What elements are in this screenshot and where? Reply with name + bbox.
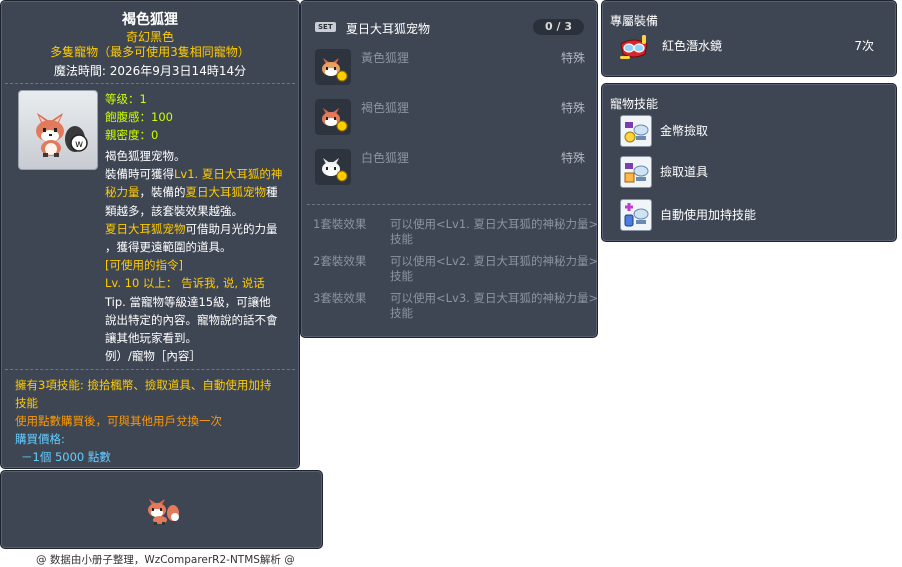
white-fox-icon	[315, 149, 351, 185]
exclusive-title: 專屬裝備	[610, 14, 659, 28]
desc-line: 褐色狐狸宠物。	[105, 149, 186, 163]
exclusive-item-name: 紅色潛水鏡	[662, 39, 723, 53]
auto-buff-icon	[620, 199, 652, 231]
item-description: 褐色狐狸宠物。 裝備時可獲得Lv1. 夏日大耳狐的神 秘力量，裝備的夏日大耳狐宠…	[105, 147, 291, 365]
footer-credit: @ 数据由小册子整理，WzComparerR2-NTMS解析 @	[36, 554, 295, 566]
desc-line: 類越多，該套裝效果越強。	[105, 203, 243, 218]
pet-preview-panel	[0, 470, 323, 549]
brown-fox-icon: w	[36, 113, 88, 157]
set-item-type: 特殊	[560, 101, 585, 115]
desc-line: 夏日大耳狐宠物可借助月光的力量	[105, 221, 278, 236]
desc-line: 例）/寵物［內容］	[105, 349, 201, 364]
pet-fullness: 飽腹感：100	[105, 110, 173, 124]
exclusive-equip-panel: 專屬裝備 紅色潛水鏡 7次	[601, 0, 897, 77]
pet-closeness: 親密度：0	[105, 128, 159, 142]
set-item-type: 特殊	[560, 51, 585, 65]
pet-skills-panel: 寵物技能 金幣撿取 撿取道具 自動使用加持技能	[601, 83, 897, 242]
exclusive-duration: 7次	[854, 39, 874, 53]
pet-stats: 等级：1 飽腹感：100 親密度：0	[105, 90, 173, 144]
brown-fox-icon	[315, 99, 351, 135]
set-badge: SET	[315, 22, 336, 32]
command-header: [可使用的指令]	[105, 258, 183, 273]
desc-line: Tip. 當寵物等級達15級，可讓他	[105, 294, 271, 309]
divider	[307, 204, 591, 205]
skill-row: 自動使用加持技能	[620, 199, 880, 231]
set-item-row: 褐色狐狸 特殊	[313, 99, 585, 135]
desc-line: 秘力量，裝備的夏日大耳狐宠物種	[105, 185, 278, 200]
set-panel: SET 夏日大耳狐宠物 0 / 3 黃色狐狸 特殊 褐色狐狸 特殊 白色狐狸 特…	[300, 0, 598, 338]
skill-row: 金幣撿取	[620, 115, 880, 147]
desc-line: ，獲得更遠範圍的道具。	[105, 240, 232, 255]
skill-row: 撿取道具	[620, 156, 880, 188]
price-label: 購買價格:	[15, 432, 65, 446]
yellow-fox-icon	[315, 49, 351, 85]
divider	[5, 83, 295, 84]
desc-line: 裝備時可獲得Lv1. 夏日大耳狐的神	[105, 167, 283, 182]
skill-name: 自動使用加持技能	[660, 208, 757, 222]
item-category: 多隻寵物（最多可使用3隻相同寵物）	[50, 45, 250, 59]
item-tooltip-panel: 褐色狐狸 奇幻黑色 多隻寵物（最多可使用3隻相同寵物） 魔法時間: 2026年9…	[0, 0, 300, 469]
meso-pickup-icon	[620, 115, 652, 147]
command-line: Lv. 10 以上： 告诉我, 说, 说话	[105, 276, 265, 291]
item-pickup-icon	[620, 156, 652, 188]
trade-note: 使用點數購買後，可與其他用戶兌換一次	[15, 414, 222, 428]
item-extra-info: 擁有3項技能: 撿拾楓幣、撿取道具、自動使用加持 技能 使用點數購買後，可與其他…	[15, 376, 291, 466]
skill-name: 撿取道具	[660, 165, 709, 179]
price-value: －1個 5000 點數	[21, 450, 111, 464]
set-item-type: 特殊	[560, 151, 585, 165]
set-item-name: 褐色狐狸	[361, 101, 410, 115]
set-item-name: 白色狐狸	[361, 151, 410, 165]
set-item-name: 黃色狐狸	[361, 51, 410, 65]
set-item-row: 黃色狐狸 特殊	[313, 49, 585, 85]
magic-time: 魔法時間: 2026年9月3日14時14分	[53, 64, 247, 78]
pet-icon-frame: w	[18, 90, 98, 170]
skills-summary: 擁有3項技能: 撿拾楓幣、撿取道具、自動使用加持	[15, 378, 272, 392]
pet-skills-title: 寵物技能	[610, 97, 659, 111]
set-count: 0 / 3	[533, 19, 584, 35]
pet-level: 等级：1	[105, 92, 147, 106]
skill-name: 金幣撿取	[660, 124, 709, 138]
svg-text:w: w	[75, 139, 83, 150]
set-name: 夏日大耳狐宠物	[346, 22, 431, 36]
skills-summary-cont: 技能	[15, 396, 38, 410]
divider	[5, 369, 295, 370]
desc-line: 讓其他玩家看到。	[105, 331, 197, 346]
fox-sprite-icon	[148, 499, 179, 525]
item-name: 褐色狐狸	[122, 12, 178, 28]
desc-line: 說出特定的內容。寵物說的話不會	[105, 312, 278, 327]
diving-goggles-icon	[620, 35, 648, 59]
set-item-row: 白色狐狸 特殊	[313, 149, 585, 185]
